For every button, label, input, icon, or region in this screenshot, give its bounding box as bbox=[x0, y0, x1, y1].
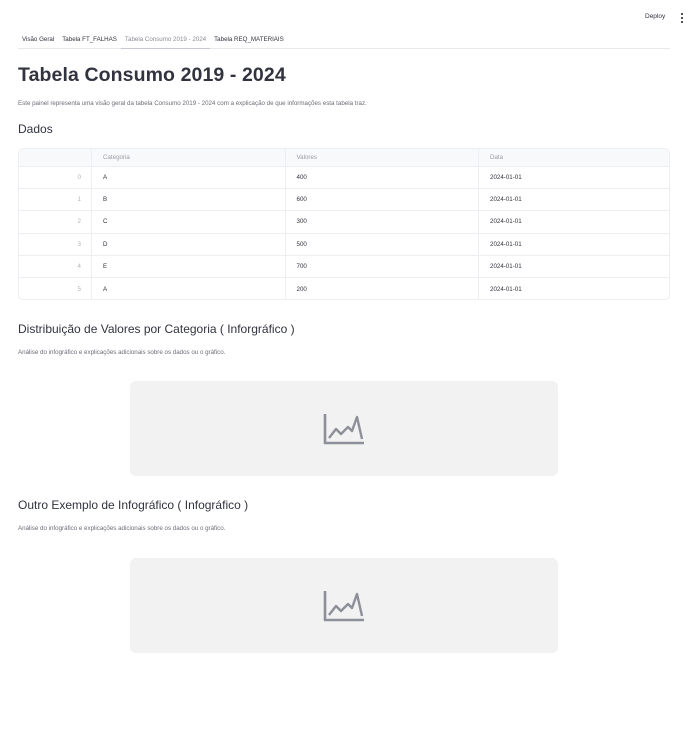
cell-data[interactable]: 2024-01-01 bbox=[479, 256, 669, 277]
tab-consumo-2019-2024[interactable]: Tabela Consumo 2019 - 2024 bbox=[120, 34, 211, 49]
cell-categoria[interactable]: D bbox=[92, 233, 286, 255]
tab-req-materiais[interactable]: Tabela REQ_MATERIAIS bbox=[210, 34, 288, 49]
cell-data[interactable]: 2024-01-01 bbox=[479, 278, 669, 299]
cell-valores[interactable]: 300 bbox=[286, 211, 479, 233]
column-header-categoria[interactable]: Categoria bbox=[92, 149, 286, 166]
area-chart-icon bbox=[323, 590, 364, 621]
top-bar: Deploy bbox=[0, 0, 691, 34]
cell-categoria[interactable]: C bbox=[92, 211, 286, 233]
column-header-valores[interactable]: Valores bbox=[286, 149, 479, 166]
tab-visao-geral[interactable]: Visão Geral bbox=[18, 34, 58, 49]
table-row: 5 A 200 2024-01-01 bbox=[19, 277, 669, 299]
infographic-2-placeholder bbox=[130, 558, 558, 653]
infographic-1-placeholder bbox=[130, 381, 558, 476]
cell-data[interactable]: 2024-01-01 bbox=[479, 211, 669, 232]
cell-data[interactable]: 2024-01-01 bbox=[479, 234, 669, 255]
infographic-1-description: Análise do infográfico e explicações adi… bbox=[18, 349, 226, 356]
table-row: 3 D 500 2024-01-01 bbox=[19, 233, 669, 256]
kebab-menu-icon[interactable] bbox=[679, 12, 685, 24]
page-title: Tabela Consumo 2019 - 2024 bbox=[18, 64, 286, 86]
deploy-button[interactable]: Deploy bbox=[645, 13, 665, 20]
column-header-index bbox=[19, 149, 92, 166]
infographic-2-heading: Outro Exemplo de Infográfico ( Infográfi… bbox=[18, 498, 249, 512]
table-header-row: Categoria Valores Data bbox=[19, 149, 669, 167]
tab-ft-falhas[interactable]: Tabela FT_FALHAS bbox=[58, 34, 121, 49]
infographic-1-heading: Distribuição de Valores por Categoria ( … bbox=[18, 322, 295, 336]
cell-valores[interactable]: 200 bbox=[286, 277, 479, 299]
cell-valores[interactable]: 700 bbox=[286, 255, 479, 277]
data-section-heading: Dados bbox=[18, 122, 53, 136]
page-description: Este painel representa uma visão geral d… bbox=[18, 100, 367, 107]
cell-valores[interactable]: 500 bbox=[286, 233, 479, 255]
cell-valores[interactable]: 400 bbox=[286, 167, 479, 189]
cell-valores[interactable]: 600 bbox=[286, 189, 479, 211]
cell-data[interactable]: 2024-01-01 bbox=[479, 189, 669, 210]
area-chart-icon bbox=[323, 413, 364, 444]
cell-data[interactable]: 2024-01-01 bbox=[479, 167, 669, 188]
row-index: 3 bbox=[19, 233, 92, 255]
infographic-2-description: Análise do infográfico e explicações adi… bbox=[18, 525, 226, 532]
table-row: 0 A 400 2024-01-01 bbox=[19, 167, 669, 190]
cell-categoria[interactable]: B bbox=[92, 189, 286, 211]
data-table[interactable]: Categoria Valores Data 0 A 400 2024-01-0… bbox=[18, 148, 670, 300]
column-header-data[interactable]: Data bbox=[479, 149, 669, 166]
table-row: 2 C 300 2024-01-01 bbox=[19, 211, 669, 234]
cell-categoria[interactable]: A bbox=[92, 167, 286, 189]
row-index: 4 bbox=[19, 255, 92, 277]
table-row: 1 B 600 2024-01-01 bbox=[19, 189, 669, 212]
tab-bar: Visão Geral Tabela FT_FALHAS Tabela Cons… bbox=[18, 34, 670, 49]
table-row: 4 E 700 2024-01-01 bbox=[19, 255, 669, 278]
row-index: 2 bbox=[19, 211, 92, 233]
cell-categoria[interactable]: A bbox=[92, 277, 286, 299]
row-index: 1 bbox=[19, 189, 92, 211]
cell-categoria[interactable]: E bbox=[92, 255, 286, 277]
row-index: 5 bbox=[19, 277, 92, 299]
row-index: 0 bbox=[19, 167, 92, 189]
